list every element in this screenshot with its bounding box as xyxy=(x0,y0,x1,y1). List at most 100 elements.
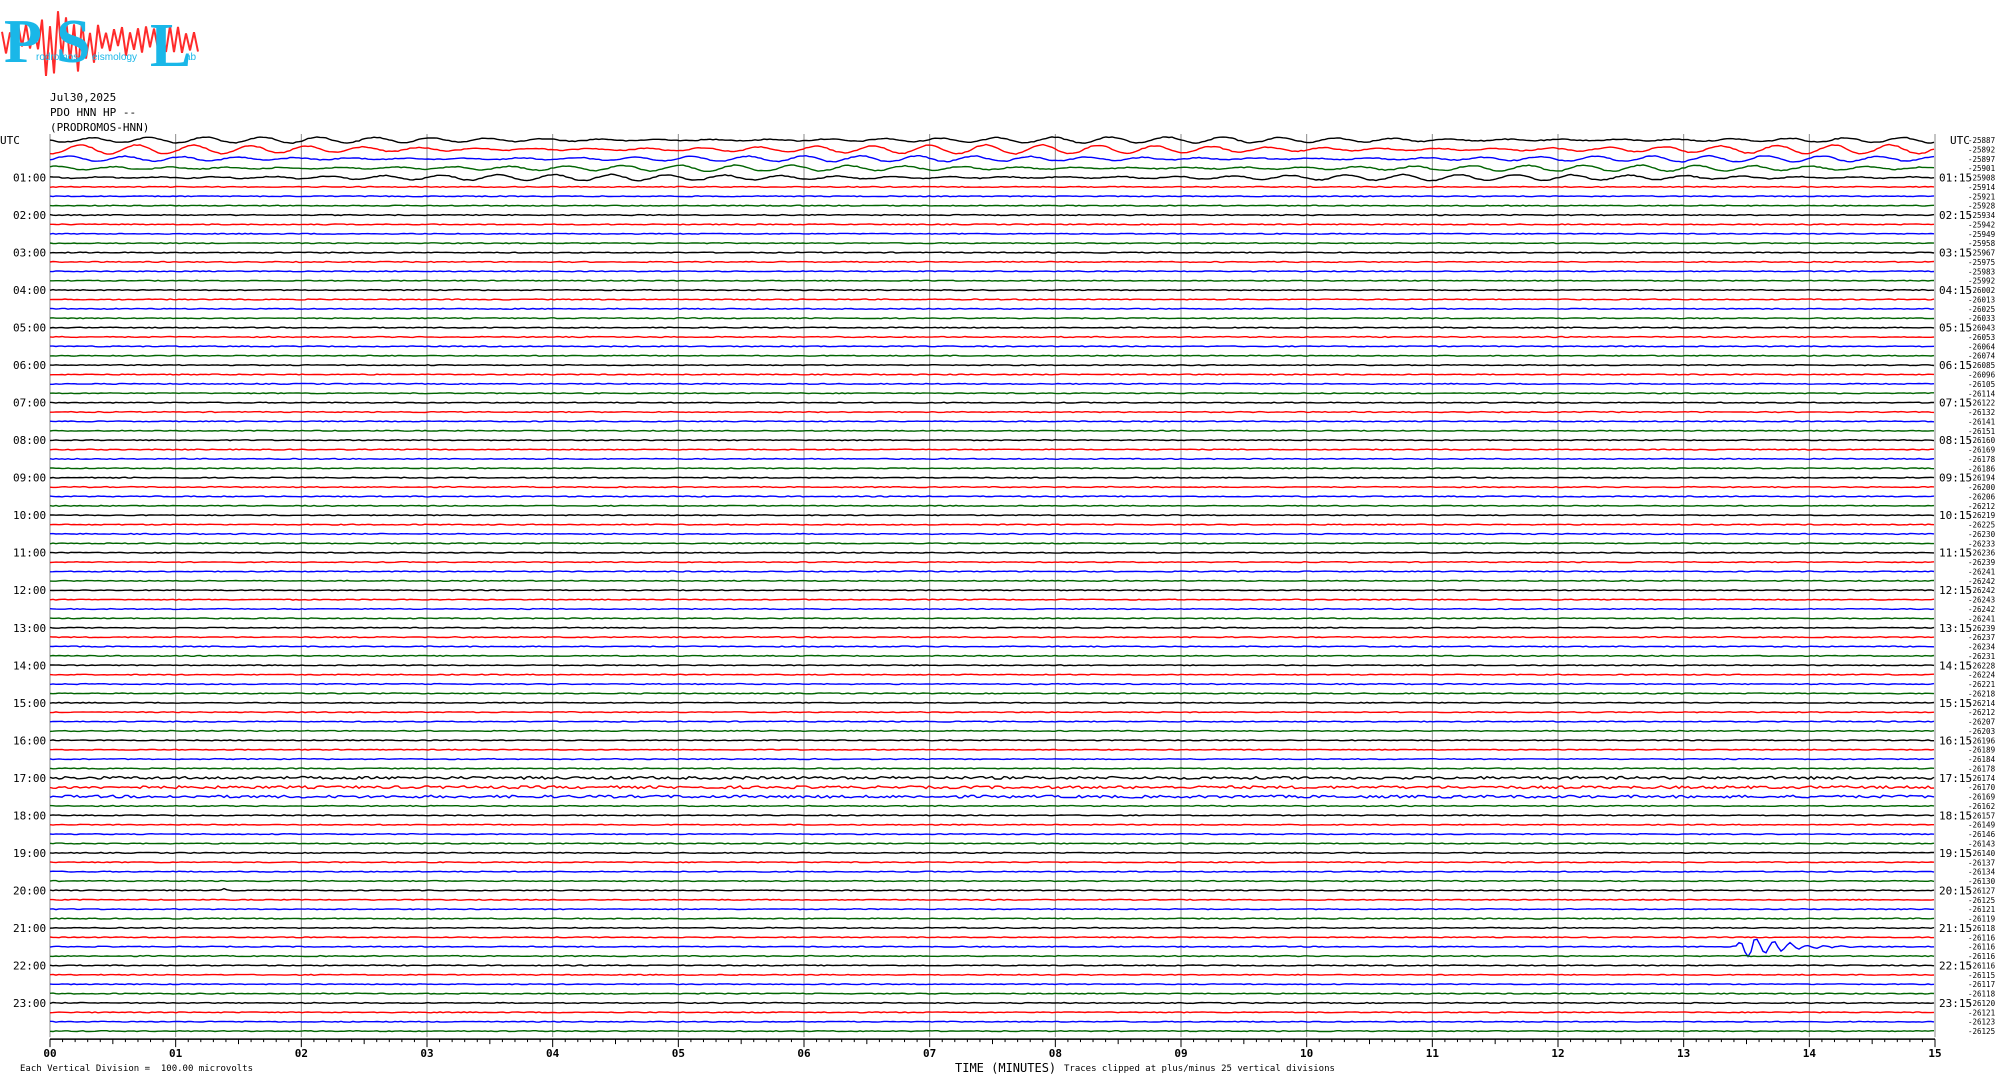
right-hour-label: 01:15 xyxy=(1939,172,1972,185)
trace-offset-label: -26116 xyxy=(1968,952,1996,961)
x-tick-label: 11 xyxy=(1426,1047,1440,1060)
left-hour-label: 12:00 xyxy=(13,584,46,597)
seismic-trace xyxy=(49,185,1935,189)
seismic-trace xyxy=(50,270,1935,273)
left-hour-label: 11:00 xyxy=(13,547,46,560)
trace-offset-label: -26178 xyxy=(1968,764,1996,773)
trace-offset-label: -26241 xyxy=(1968,567,1995,576)
trace-offset-label: -25958 xyxy=(1968,239,1996,248)
trace-offset-label: -25892 xyxy=(1968,145,1995,154)
seismic-trace xyxy=(49,504,1935,508)
x-tick-label: 02 xyxy=(295,1047,308,1060)
trace-offset-label: -26228 xyxy=(1968,661,1996,670)
clip-note: Traces clipped at plus/minus 25 vertical… xyxy=(1064,1064,1335,1074)
seismic-trace xyxy=(49,420,1935,423)
right-hour-label: 06:15 xyxy=(1939,359,1972,372)
seismic-trace xyxy=(49,1011,1935,1014)
seismic-trace xyxy=(49,476,1935,479)
seismic-trace xyxy=(49,392,1934,395)
trace-offset-label: -26116 xyxy=(1968,933,1996,942)
seismic-trace xyxy=(49,514,1935,517)
seismic-trace xyxy=(49,164,1935,173)
trace-offset-label: -26105 xyxy=(1968,380,1995,389)
seismic-trace xyxy=(49,136,1935,145)
right-hour-label: 05:15 xyxy=(1939,322,1972,335)
seismic-trace xyxy=(49,823,1934,826)
x-axis-title: TIME (MINUTES) xyxy=(955,1061,1057,1075)
seismic-trace xyxy=(49,363,1935,367)
seismic-trace xyxy=(49,551,1935,554)
trace-offset-label: -26196 xyxy=(1968,736,1996,745)
seismic-trace xyxy=(49,682,1935,686)
seismic-trace xyxy=(49,617,1935,620)
seismic-trace xyxy=(49,1020,1935,1023)
left-hour-label: 04:00 xyxy=(13,284,46,297)
seismic-trace xyxy=(49,485,1935,489)
seismic-trace xyxy=(49,870,1935,873)
seismic-trace xyxy=(49,701,1935,704)
trace-offset-label: -26169 xyxy=(1968,793,1995,802)
seismic-trace xyxy=(49,635,1935,639)
trace-offset-label: -26242 xyxy=(1968,605,1995,614)
left-hour-label: 18:00 xyxy=(13,809,46,822)
seismic-trace xyxy=(49,598,1935,601)
seismic-trace xyxy=(49,260,1935,264)
trace-offset-label: -26116 xyxy=(1968,961,1996,970)
seismic-trace xyxy=(50,223,1935,226)
x-tick-label: 12 xyxy=(1551,1047,1564,1060)
seismic-trace xyxy=(50,410,1935,414)
seismic-trace xyxy=(49,560,1935,564)
seismic-trace xyxy=(49,626,1935,629)
left-hour-label: 08:00 xyxy=(13,434,46,447)
seismic-trace xyxy=(49,241,1935,245)
seismic-trace xyxy=(49,1029,1935,1033)
seismic-trace xyxy=(49,532,1935,536)
seismic-trace xyxy=(49,204,1935,207)
x-tick-label: 05 xyxy=(672,1047,685,1060)
left-hour-label: 14:00 xyxy=(13,659,46,672)
trace-offset-label: -26234 xyxy=(1968,643,1996,652)
seismic-trace xyxy=(49,317,1935,320)
seismic-trace xyxy=(49,251,1935,254)
right-hour-label: 14:15 xyxy=(1939,659,1972,672)
seismic-trace xyxy=(49,326,1935,329)
seismic-trace xyxy=(49,794,1935,799)
seismic-trace xyxy=(50,917,1935,920)
seismic-trace xyxy=(49,861,1935,864)
x-tick-label: 15 xyxy=(1928,1047,1941,1060)
seismic-trace xyxy=(50,664,1935,667)
left-hour-label: 07:00 xyxy=(13,397,46,410)
seismic-trace xyxy=(49,645,1935,648)
right-hour-label: 12:15 xyxy=(1939,584,1972,597)
seismic-trace xyxy=(49,579,1935,583)
left-hour-label: 23:00 xyxy=(13,997,46,1010)
trace-offset-label: -26178 xyxy=(1968,455,1996,464)
seismic-trace xyxy=(49,851,1934,855)
right-hour-label: 21:15 xyxy=(1939,922,1972,935)
trace-offset-label: -26221 xyxy=(1968,680,1995,689)
trace-offset-label: -26194 xyxy=(1968,474,1996,483)
right-hour-label: 18:15 xyxy=(1939,809,1972,822)
seismic-trace xyxy=(49,842,1935,845)
trace-offset-label: -26186 xyxy=(1968,464,1996,473)
seismic-trace xyxy=(49,298,1935,301)
seismic-trace xyxy=(50,467,1935,470)
x-tick-label: 14 xyxy=(1803,1047,1817,1060)
seismic-trace xyxy=(49,814,1935,817)
left-hour-label: 02:00 xyxy=(13,209,46,222)
seismic-trace xyxy=(49,926,1935,930)
trace-offset-label: -26224 xyxy=(1968,671,1996,680)
right-axis-title: UTC xyxy=(1950,134,1970,147)
seismic-trace xyxy=(50,382,1935,386)
seismic-trace xyxy=(49,964,1935,967)
seismic-trace xyxy=(49,879,1935,883)
seismic-trace xyxy=(49,992,1935,995)
trace-offset-label: -26130 xyxy=(1968,877,1996,886)
x-tick-label: 04 xyxy=(546,1047,560,1060)
trace-offset-label: -25934 xyxy=(1968,211,1996,220)
right-hour-label: 19:15 xyxy=(1939,847,1972,860)
trace-offset-label: -26230 xyxy=(1968,530,1996,539)
seismic-trace xyxy=(49,775,1935,780)
right-hour-label: 22:15 xyxy=(1939,959,1972,972)
trace-offset-label: -26184 xyxy=(1968,755,1996,764)
